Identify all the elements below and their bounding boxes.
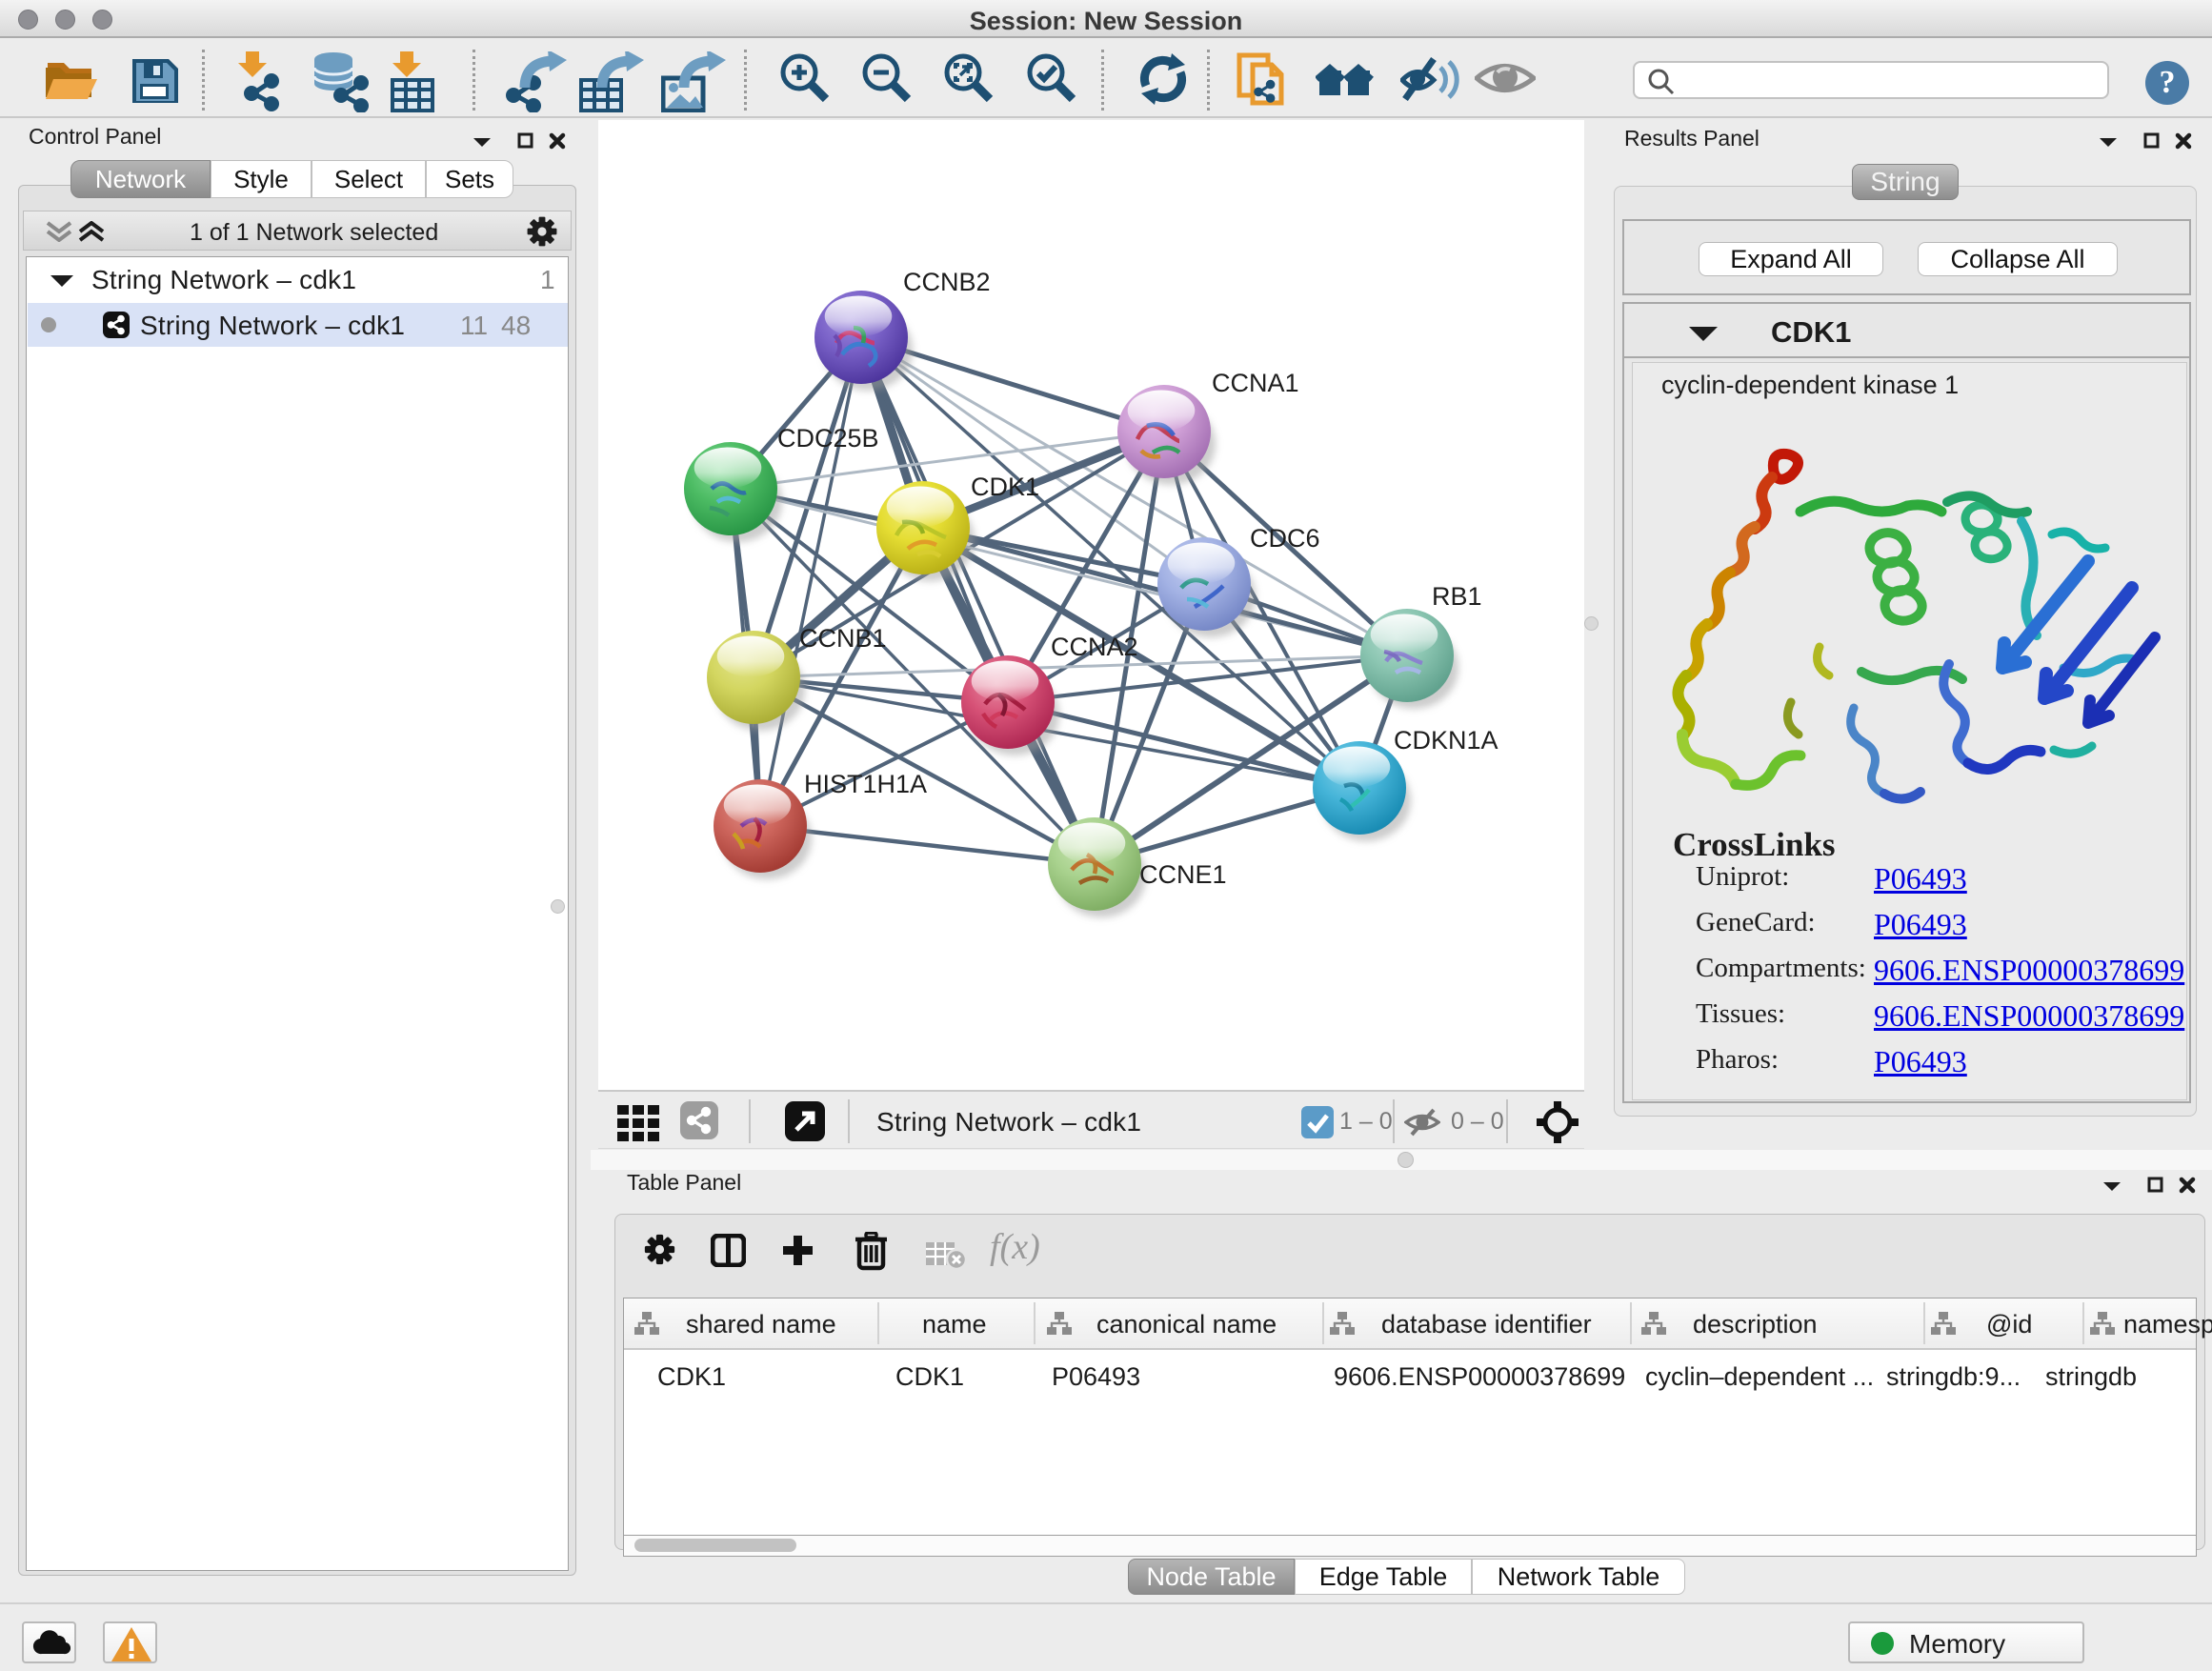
svg-text:CCNE1: CCNE1: [1139, 860, 1227, 889]
svg-text:CDKN1A: CDKN1A: [1394, 726, 1498, 755]
svg-text:CCNB2: CCNB2: [903, 268, 991, 296]
svg-text:CDK1: CDK1: [971, 473, 1039, 501]
svg-text:CCNA1: CCNA1: [1212, 369, 1299, 397]
svg-text:CCNB1: CCNB1: [799, 624, 887, 653]
svg-text:RB1: RB1: [1432, 582, 1482, 611]
svg-text:HIST1H1A: HIST1H1A: [804, 770, 927, 798]
svg-text:CDC6: CDC6: [1250, 524, 1320, 553]
svg-text:CCNA2: CCNA2: [1051, 633, 1138, 661]
svg-text:CDC25B: CDC25B: [777, 424, 879, 453]
